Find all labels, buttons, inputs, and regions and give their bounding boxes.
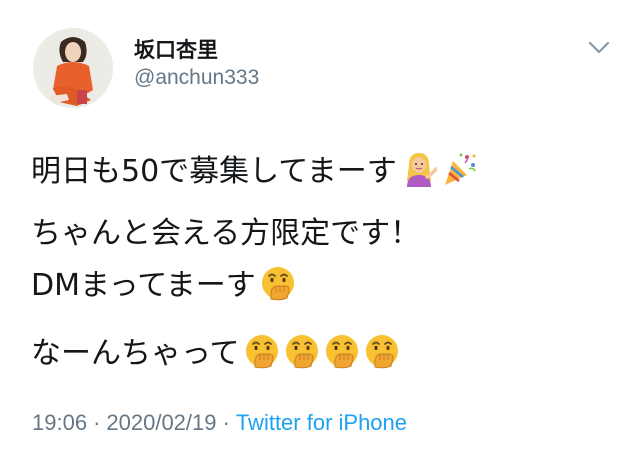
separator: · (93, 410, 101, 435)
tweet-line-3: DMまってまーす (31, 262, 296, 310)
tweet-line-4-text: なーんちゃって (31, 336, 240, 371)
username-handle[interactable]: @anchun333 (134, 66, 259, 90)
face-with-hand-over-mouth-emoji (324, 333, 360, 369)
avatar[interactable] (33, 28, 113, 108)
display-name[interactable]: 坂口杏里 (134, 34, 218, 64)
face-with-hand-over-mouth-emoji (244, 333, 280, 369)
tweet-line-1-text: 明日も50で募集してまーす (31, 154, 397, 189)
tweet-source-link[interactable]: Twitter for iPhone (236, 410, 407, 435)
avatar-photo (33, 28, 113, 108)
tweet-line-3-text: DMまってまーす (31, 268, 256, 303)
tweet-time: 19:06 (32, 410, 88, 435)
tweet-line-4: なーんちゃって (31, 330, 400, 378)
tweet-metadata: 19:06 · 2020/02/19 · Twitter for iPhone (32, 410, 407, 436)
chevron-down-icon[interactable] (586, 34, 612, 60)
woman-tipping-hand-emoji (401, 151, 437, 187)
tweet-line-2: ちゃんと会える方限定です！ (31, 216, 421, 251)
face-with-hand-over-mouth-emoji (260, 265, 296, 301)
face-with-hand-over-mouth-emoji (284, 333, 320, 369)
separator: · (222, 410, 230, 435)
tweet-line-1: 明日も50で募集してまーす (31, 148, 477, 196)
face-with-hand-over-mouth-emoji (364, 333, 400, 369)
party-popper-emoji (441, 151, 477, 187)
tweet-date: 2020/02/19 (106, 410, 217, 435)
